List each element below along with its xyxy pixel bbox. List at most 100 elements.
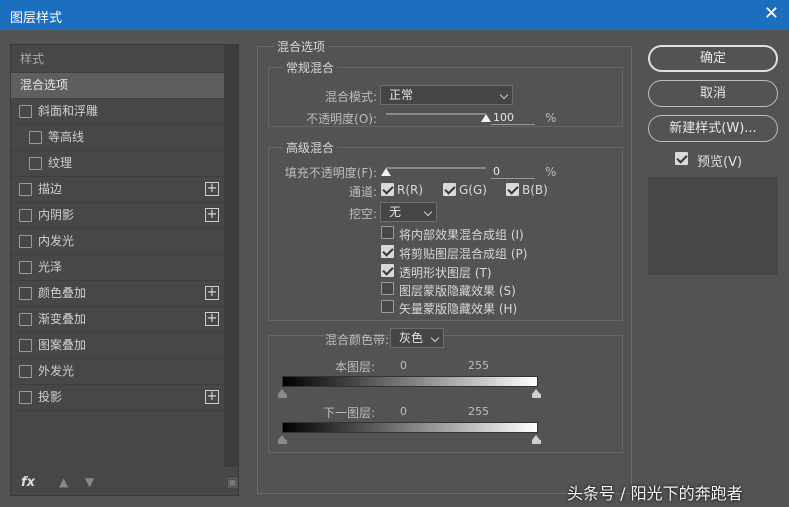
sidebar-item-gradient-overlay[interactable]: 渐变叠加 + bbox=[11, 307, 224, 333]
preview-swatch bbox=[648, 177, 778, 275]
sidebar-item-label: 颜色叠加 bbox=[38, 286, 87, 300]
styles-scrollbar[interactable] bbox=[224, 45, 238, 467]
this-layer-white-marker[interactable] bbox=[532, 389, 541, 398]
underlying-layer-white-marker[interactable] bbox=[532, 435, 541, 444]
fill-opacity-slider-knob[interactable] bbox=[381, 168, 391, 176]
contour-checkbox[interactable] bbox=[29, 131, 42, 144]
blend-clipped-layers-checkbox[interactable] bbox=[381, 245, 394, 258]
sidebar-item-label: 内发光 bbox=[38, 234, 75, 248]
channel-g-checkbox[interactable] bbox=[443, 183, 456, 196]
blend-mode-dropdown[interactable]: 正常 bbox=[380, 85, 513, 105]
underlying-layer-black-marker[interactable] bbox=[278, 435, 287, 444]
add-stroke-plus-icon[interactable]: + bbox=[205, 182, 219, 196]
drop-shadow-checkbox[interactable] bbox=[19, 391, 32, 404]
vector-mask-hides-effects-checkbox[interactable] bbox=[381, 300, 394, 313]
advanced-blending-title: 高级混合 bbox=[283, 139, 338, 156]
chevron-down-icon bbox=[430, 333, 440, 343]
pattern-overlay-checkbox[interactable] bbox=[19, 339, 32, 352]
underlying-layer-label: 下一图层: bbox=[322, 406, 375, 420]
watermark: 头条号 / 阳光下的奔跑者 bbox=[567, 484, 743, 503]
opacity-label: 不透明度(O): bbox=[306, 112, 377, 126]
sidebar-item-color-overlay[interactable]: 颜色叠加 + bbox=[11, 281, 224, 307]
window-title: 图层样式 bbox=[10, 11, 63, 26]
outer-glow-checkbox[interactable] bbox=[19, 365, 32, 378]
styles-header-label: 样式 bbox=[20, 52, 45, 66]
sidebar-item-texture[interactable]: 纹理 bbox=[11, 151, 224, 177]
sidebar-item-inner-shadow[interactable]: 内阴影 + bbox=[11, 203, 224, 229]
sidebar-item-label: 混合选项 bbox=[20, 78, 69, 92]
color-overlay-checkbox[interactable] bbox=[19, 287, 32, 300]
sidebar-item-drop-shadow[interactable]: 投影 + bbox=[11, 385, 224, 411]
arrow-down-icon[interactable]: ▼ bbox=[85, 475, 94, 489]
channels-label: 通道: bbox=[348, 185, 377, 199]
trash-icon[interactable]: ▣ bbox=[227, 475, 238, 489]
ok-button[interactable]: 确定 bbox=[648, 45, 778, 72]
blend-if-value: 灰色 bbox=[399, 331, 424, 345]
styles-header[interactable]: 样式 bbox=[11, 47, 224, 73]
satin-checkbox[interactable] bbox=[19, 261, 32, 274]
fill-opacity-unit: % bbox=[545, 165, 557, 179]
vector-mask-hides-effects-label: 矢量蒙版隐藏效果 (H) bbox=[399, 302, 518, 316]
add-color-overlay-plus-icon[interactable]: + bbox=[205, 286, 219, 300]
opacity-input[interactable]: 100 bbox=[491, 111, 535, 125]
arrow-up-icon[interactable]: ▲ bbox=[59, 475, 68, 489]
channel-r-checkbox[interactable] bbox=[381, 183, 394, 196]
sidebar-item-stroke[interactable]: 描边 + bbox=[11, 177, 224, 203]
blend-if-dropdown[interactable]: 灰色 bbox=[390, 328, 444, 348]
texture-checkbox[interactable] bbox=[29, 157, 42, 170]
channel-g-label: G(G) bbox=[459, 183, 487, 197]
sidebar-item-label: 描边 bbox=[38, 182, 63, 196]
fill-opacity-input[interactable]: 0 bbox=[491, 165, 535, 179]
bevel-emboss-checkbox[interactable] bbox=[19, 105, 32, 118]
blend-mode-value: 正常 bbox=[389, 88, 414, 102]
advanced-blending-group: 高级混合 填充不透明度(F): 0 % 通道: R(R) G(G) B(B) 挖… bbox=[268, 139, 623, 321]
section-title: 混合选项 bbox=[274, 38, 329, 55]
sidebar-item-inner-glow[interactable]: 内发光 bbox=[11, 229, 224, 255]
cancel-button[interactable]: 取消 bbox=[648, 80, 778, 107]
sidebar-item-bevel-emboss[interactable]: 斜面和浮雕 bbox=[11, 99, 224, 125]
sidebar-item-satin[interactable]: 光泽 bbox=[11, 255, 224, 281]
channel-b-checkbox[interactable] bbox=[506, 183, 519, 196]
sidebar-item-label: 纹理 bbox=[48, 156, 73, 170]
general-blending-title: 常规混合 bbox=[283, 59, 338, 76]
sidebar-item-label: 斜面和浮雕 bbox=[38, 104, 99, 118]
add-gradient-overlay-plus-icon[interactable]: + bbox=[205, 312, 219, 326]
add-drop-shadow-plus-icon[interactable]: + bbox=[205, 390, 219, 404]
styles-list-panel: 样式 混合选项 斜面和浮雕 等高线 纹理 描边 + 内阴影 + 内发光 光泽 颜… bbox=[10, 44, 239, 496]
blending-options-panel: 混合选项 常规混合 混合模式: 正常 不透明度(O): 100 % 高级混合 填… bbox=[257, 38, 632, 494]
blend-if-group: 混合颜色带: 灰色 本图层: 0 255 下一图层: 0 255 bbox=[268, 328, 623, 453]
blend-interior-effects-checkbox[interactable] bbox=[381, 226, 394, 239]
sidebar-item-label: 外发光 bbox=[38, 364, 75, 378]
knockout-dropdown[interactable]: 无 bbox=[380, 202, 437, 222]
sidebar-item-contour[interactable]: 等高线 bbox=[11, 125, 224, 151]
close-icon[interactable]: ✕ bbox=[764, 4, 779, 24]
transparency-shapes-checkbox[interactable] bbox=[381, 264, 394, 277]
layer-mask-hides-effects-checkbox[interactable] bbox=[381, 282, 394, 295]
add-inner-shadow-plus-icon[interactable]: + bbox=[205, 208, 219, 222]
inner-glow-checkbox[interactable] bbox=[19, 235, 32, 248]
this-layer-gradient-bar[interactable] bbox=[282, 376, 538, 387]
sidebar-item-outer-glow[interactable]: 外发光 bbox=[11, 359, 224, 385]
this-layer-label: 本图层: bbox=[334, 360, 375, 374]
underlying-layer-gradient-bar[interactable] bbox=[282, 422, 538, 433]
sidebar-item-label: 图案叠加 bbox=[38, 338, 87, 352]
preview-checkbox[interactable] bbox=[675, 152, 688, 165]
sidebar-item-pattern-overlay[interactable]: 图案叠加 bbox=[11, 333, 224, 359]
chevron-down-icon bbox=[499, 90, 509, 100]
blend-mode-label: 混合模式: bbox=[324, 90, 377, 104]
sidebar-item-blending-options[interactable]: 混合选项 bbox=[11, 73, 224, 99]
preview-label: 预览(V) bbox=[697, 155, 743, 170]
fill-opacity-label: 填充不透明度(F): bbox=[284, 166, 377, 180]
new-style-button[interactable]: 新建样式(W)... bbox=[648, 115, 778, 142]
opacity-slider-knob[interactable] bbox=[481, 114, 491, 122]
this-layer-black-marker[interactable] bbox=[278, 389, 287, 398]
title-bar: 图层样式 ✕ bbox=[0, 0, 789, 30]
sidebar-item-label: 内阴影 bbox=[38, 208, 75, 222]
stroke-checkbox[interactable] bbox=[19, 183, 32, 196]
fill-opacity-slider-track[interactable] bbox=[386, 167, 486, 169]
fx-icon[interactable]: fx bbox=[21, 475, 35, 490]
gradient-overlay-checkbox[interactable] bbox=[19, 313, 32, 326]
inner-shadow-checkbox[interactable] bbox=[19, 209, 32, 222]
chevron-down-icon bbox=[423, 207, 433, 217]
opacity-slider-track[interactable] bbox=[386, 113, 486, 115]
